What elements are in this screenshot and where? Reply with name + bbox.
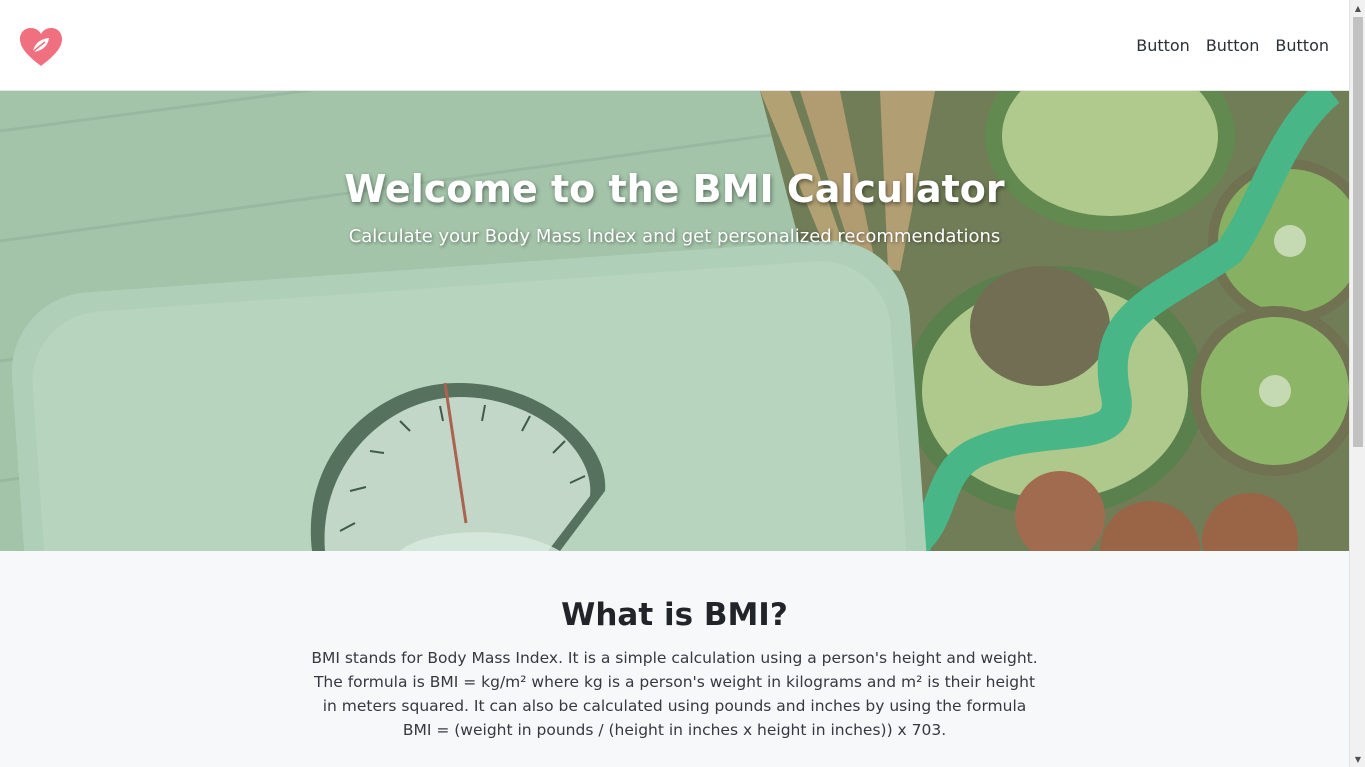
nav-button-2[interactable]: Button bbox=[1198, 36, 1268, 56]
scroll-down-arrow-icon[interactable]: ▼ bbox=[1350, 751, 1365, 767]
page: Button Button Button Welcome to the BMI … bbox=[0, 0, 1349, 767]
bmi-info-section: What is BMI? BMI stands for Body Mass In… bbox=[0, 551, 1349, 767]
heart-leaf-icon[interactable] bbox=[18, 26, 64, 68]
top-nav: Button Button Button bbox=[1128, 36, 1337, 56]
hero-title: Welcome to the BMI Calculator bbox=[344, 167, 1005, 211]
section-title: What is BMI? bbox=[561, 597, 788, 633]
hero-subtitle: Calculate your Body Mass Index and get p… bbox=[348, 226, 1001, 247]
hero-banner: Welcome to the BMI Calculator Calculate … bbox=[0, 91, 1349, 551]
section-paragraph: BMI stands for Body Mass Index. It is a … bbox=[311, 649, 1038, 739]
scrollbar-thumb[interactable] bbox=[1353, 17, 1363, 447]
nav-button-1[interactable]: Button bbox=[1128, 36, 1198, 56]
scroll-up-arrow-icon[interactable]: ▲ bbox=[1350, 0, 1365, 16]
nav-button-3[interactable]: Button bbox=[1267, 36, 1337, 56]
hero-tint-overlay bbox=[0, 91, 1349, 551]
site-header: Button Button Button bbox=[0, 0, 1349, 91]
page-scrollbar[interactable]: ▲ ▼ bbox=[1349, 0, 1365, 767]
